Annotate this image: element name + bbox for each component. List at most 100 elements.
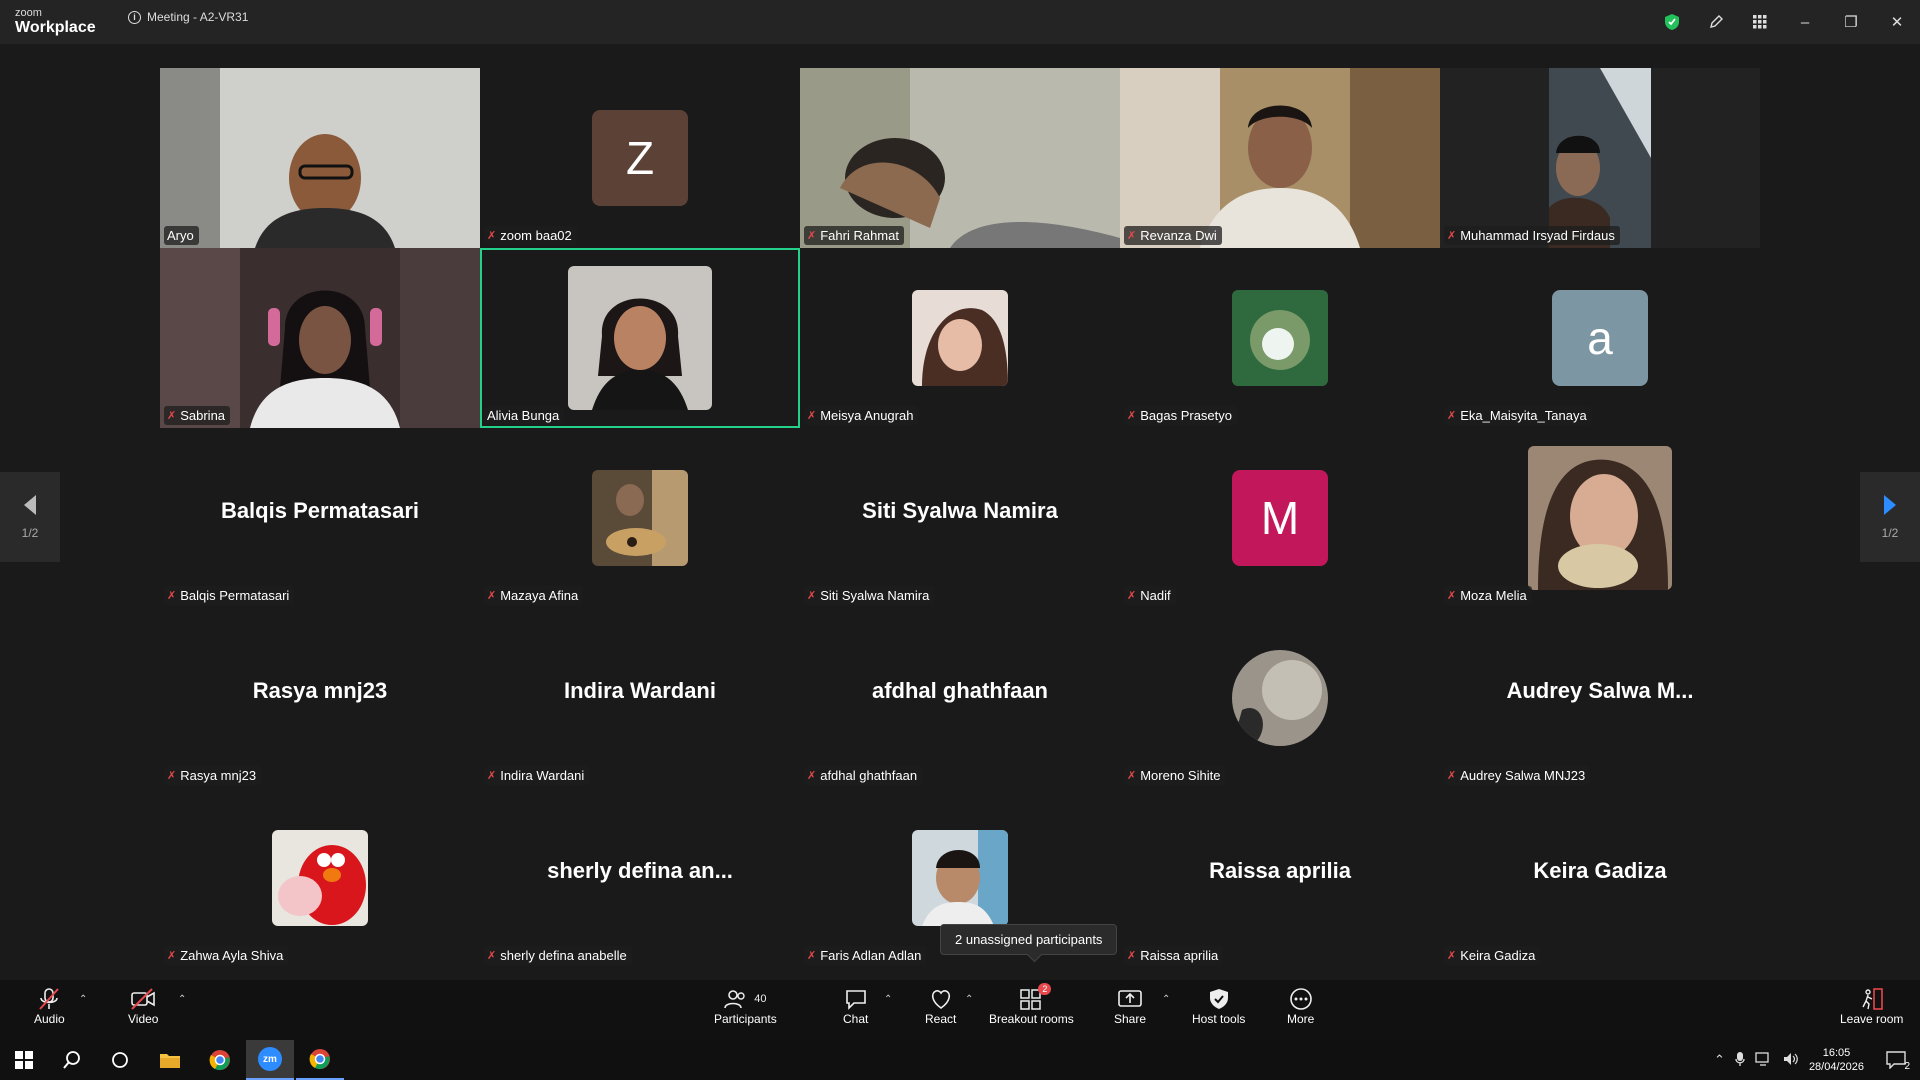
participant-profile-photo <box>1232 650 1328 746</box>
react-options-caret-icon[interactable]: ⌃ <box>965 994 973 1005</box>
file-explorer-button[interactable] <box>146 1040 194 1080</box>
clock-time: 16:05 <box>1822 1047 1851 1059</box>
chat-bubble-icon <box>844 986 868 1012</box>
microphone-muted-icon: ✗ <box>1447 410 1457 422</box>
microphone-muted-icon: ✗ <box>807 410 817 422</box>
participant-tile[interactable]: ✗ Fahri Rahmat <box>800 68 1120 248</box>
leave-room-button[interactable]: Leave room <box>1840 986 1903 1026</box>
host-tools-button[interactable]: Host tools <box>1192 986 1245 1026</box>
video-options-caret-icon[interactable]: ⌃ <box>178 994 186 1005</box>
folder-icon <box>160 1054 180 1068</box>
participant-video <box>800 68 1120 248</box>
shield-icon <box>1208 986 1230 1012</box>
notifications-button[interactable]: 2 <box>1872 1040 1920 1080</box>
search-button[interactable] <box>48 1040 96 1080</box>
minimize-button[interactable]: – <box>1782 0 1828 44</box>
microphone-muted-icon: ✗ <box>1127 950 1137 962</box>
participant-profile-photo <box>1232 290 1328 386</box>
network-icon[interactable] <box>1755 1051 1773 1069</box>
chat-options-caret-icon[interactable]: ⌃ <box>884 994 892 1005</box>
participant-tile[interactable]: Raissa aprilia ✗ Raissa aprilia <box>1120 788 1440 968</box>
participant-tile[interactable]: ✗ Muhammad Irsyad Firdaus <box>1440 68 1760 248</box>
audio-button[interactable]: Audio <box>34 986 65 1026</box>
chrome-taskbar-button[interactable] <box>196 1040 244 1080</box>
participant-nametag: ✗ Siti Syalwa Namira <box>804 586 935 605</box>
share-screen-icon <box>1117 986 1143 1012</box>
participant-nametag: ✗ sherly defina anabelle <box>484 946 632 965</box>
participant-tile[interactable]: ✗ Revanza Dwi <box>1120 68 1440 248</box>
participant-tile[interactable]: ✗ Moreno Sihite <box>1120 608 1440 788</box>
windows-start-button[interactable] <box>0 1040 48 1080</box>
breakout-rooms-button[interactable]: 2 Breakout rooms <box>989 983 1074 1026</box>
participant-name: Eka_Maisyita_Tanaya <box>1460 408 1587 423</box>
chrome-profile-taskbar-button[interactable] <box>296 1040 344 1080</box>
info-icon[interactable]: i <box>128 10 141 24</box>
participant-tile[interactable]: ✗ Moza Melia <box>1440 428 1760 608</box>
close-button[interactable]: ✕ <box>1874 0 1920 44</box>
participant-nametag: ✗ Muhammad Irsyad Firdaus <box>1444 226 1620 245</box>
share-button[interactable]: Share <box>1114 986 1146 1026</box>
participant-tile[interactable]: Rasya mnj23 ✗ Rasya mnj23 <box>160 608 480 788</box>
video-button[interactable]: Video <box>128 986 158 1026</box>
participant-tile[interactable]: a ✗ Eka_Maisyita_Tanaya <box>1440 248 1760 428</box>
taskbar-clock[interactable]: 16:05 28/04/2026 <box>1809 1046 1864 1074</box>
microphone-muted-icon: ✗ <box>807 950 817 962</box>
next-page-button[interactable]: 1/2 <box>1860 472 1920 562</box>
participant-video <box>1120 68 1440 248</box>
pencil-icon[interactable] <box>1694 0 1738 44</box>
participant-tile[interactable]: ✗ Meisya Anugrah <box>800 248 1120 428</box>
participant-tile[interactable]: ✗ Sabrina <box>160 248 480 428</box>
participant-nametag: ✗ afdhal ghathfaan <box>804 766 923 785</box>
participant-tile[interactable]: Audrey Salwa M... ✗ Audrey Salwa MNJ23 <box>1440 608 1760 788</box>
participant-name: Aryo <box>167 228 194 243</box>
participant-tile[interactable]: Siti Syalwa Namira ✗ Siti Syalwa Namira <box>800 428 1120 608</box>
apps-grid-icon[interactable] <box>1738 0 1782 44</box>
participants-button[interactable]: 40 Participants <box>714 986 777 1026</box>
windows-logo-icon <box>15 1051 33 1069</box>
participant-tile[interactable]: ✗ Zahwa Ayla Shiva <box>160 788 480 968</box>
participant-avatar: a <box>1552 290 1648 386</box>
meeting-info[interactable]: i Meeting - A2-VR31 <box>128 10 248 24</box>
participant-tile[interactable]: Balqis Permatasari ✗ Balqis Permatasari <box>160 428 480 608</box>
participant-tile[interactable]: ✗ Mazaya Afina <box>480 428 800 608</box>
participant-tile[interactable]: Z ✗ zoom baa02 <box>480 68 800 248</box>
zoom-app-icon-label: zm <box>263 1053 277 1065</box>
participant-tile[interactable]: afdhal ghathfaan ✗ afdhal ghathfaan <box>800 608 1120 788</box>
participant-name: Zahwa Ayla Shiva <box>180 948 284 963</box>
participant-tile[interactable]: Aryo <box>160 68 480 248</box>
tray-overflow-chevron-icon[interactable]: ⌃ <box>1714 1052 1725 1068</box>
participant-profile-photo <box>568 266 712 410</box>
previous-page-button[interactable]: 1/2 <box>0 472 60 562</box>
participant-name: Siti Syalwa Namira <box>820 588 930 603</box>
chevron-right-icon <box>1884 495 1896 515</box>
microphone-muted-icon: ✗ <box>487 950 497 962</box>
participant-tile[interactable]: Keira Gadiza ✗ Keira Gadiza <box>1440 788 1760 968</box>
microphone-tray-icon[interactable] <box>1735 1051 1745 1070</box>
chat-button[interactable]: Chat <box>843 986 868 1026</box>
zoom-taskbar-button[interactable]: zm <box>246 1040 294 1080</box>
more-button[interactable]: More <box>1287 986 1314 1026</box>
restore-button[interactable]: ❐ <box>1828 0 1874 44</box>
encryption-shield-icon[interactable] <box>1650 0 1694 44</box>
cortana-button[interactable] <box>96 1040 144 1080</box>
audio-options-caret-icon[interactable]: ⌃ <box>79 994 87 1005</box>
participant-display-name: afdhal ghathfaan <box>871 678 1048 703</box>
microphone-muted-icon: ✗ <box>807 590 817 602</box>
participant-nametag: ✗ Moreno Sihite <box>1124 766 1226 785</box>
microphone-muted-icon: ✗ <box>167 950 177 962</box>
participant-name: Muhammad Irsyad Firdaus <box>1460 228 1615 243</box>
breakout-rooms-label: Breakout rooms <box>989 1012 1074 1026</box>
react-button[interactable]: React <box>925 986 956 1026</box>
breakout-rooms-icon: 2 <box>1019 983 1052 1012</box>
participant-tile[interactable]: ✗ Bagas Prasetyo <box>1120 248 1440 428</box>
volume-icon[interactable] <box>1783 1052 1799 1069</box>
participant-tile[interactable]: M ✗ Nadif <box>1120 428 1440 608</box>
participant-tile[interactable]: sherly defina an... ✗ sherly defina anabe… <box>480 788 800 968</box>
participant-tile[interactable]: Indira Wardani ✗ Indira Wardani <box>480 608 800 788</box>
participant-name: Meisya Anugrah <box>820 408 914 423</box>
more-label: More <box>1287 1012 1315 1026</box>
audio-label: Audio <box>34 1012 65 1026</box>
participant-nametag: ✗ Audrey Salwa MNJ23 <box>1444 766 1591 785</box>
participant-tile-active-speaker[interactable]: Alivia Bunga <box>480 248 800 428</box>
share-options-caret-icon[interactable]: ⌃ <box>1162 994 1170 1005</box>
